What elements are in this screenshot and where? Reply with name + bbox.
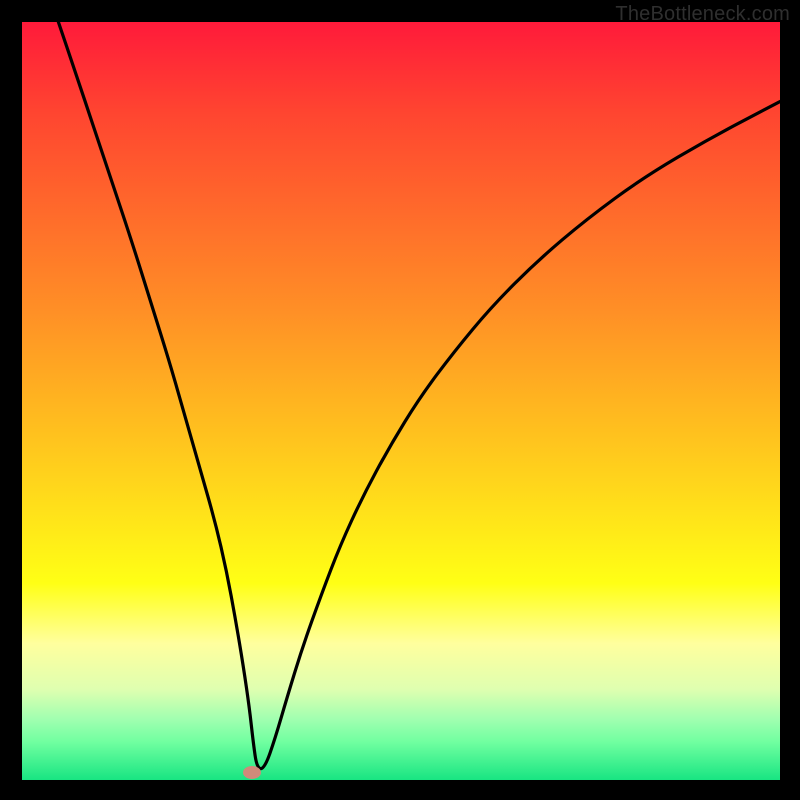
chart-plot-area — [22, 22, 780, 780]
bottleneck-curve — [22, 22, 780, 780]
watermark-text: TheBottleneck.com — [615, 3, 790, 26]
